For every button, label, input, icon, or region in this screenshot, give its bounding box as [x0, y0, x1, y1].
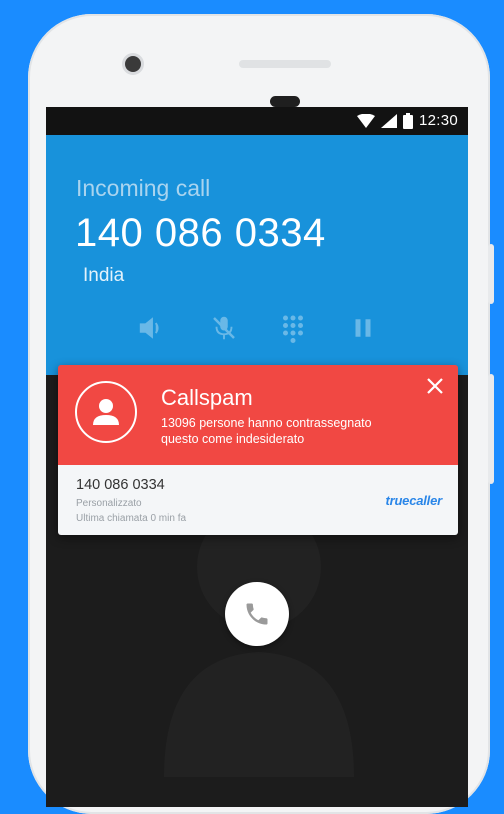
phone-screen: 12:30 Incoming call 140 086 0334 India C…	[46, 107, 468, 807]
call-controls	[46, 313, 468, 343]
spam-card-details: 140 086 0334 Personalizzato Ultima chiam…	[58, 465, 458, 535]
incoming-call-header: Incoming call 140 086 0334 India	[46, 135, 468, 375]
speaker-icon[interactable]	[137, 313, 167, 343]
spam-description: 13096 persone hanno contrassegnato quest…	[161, 416, 372, 446]
mute-icon[interactable]	[209, 313, 239, 343]
pause-icon[interactable]	[348, 313, 378, 343]
incoming-call-label: Incoming call	[76, 175, 211, 201]
caller-country: India	[83, 265, 125, 286]
spam-title: Callspam	[161, 385, 253, 410]
wifi-icon	[356, 113, 375, 128]
status-time: 12:30	[418, 112, 458, 129]
user-icon	[93, 399, 119, 425]
spam-alert-card: Callspam 13096 persone hanno contrassegn…	[58, 365, 458, 535]
truecaller-logo: truecaller	[385, 493, 442, 508]
close-icon[interactable]	[424, 375, 446, 397]
detail-label: Personalizzato	[76, 498, 142, 509]
last-call-text: Ultima chiamata 0 min fa	[76, 513, 187, 524]
caller-number: 140 086 0334	[75, 211, 326, 255]
signal-icon	[380, 113, 397, 128]
dialpad-icon[interactable]	[278, 313, 308, 343]
phone-icon	[246, 603, 268, 625]
earpiece-speaker	[239, 60, 331, 68]
power-button	[488, 244, 494, 304]
battery-icon	[402, 112, 413, 129]
spam-alert-header: Callspam 13096 persone hanno contrassegn…	[58, 365, 458, 465]
detail-number: 140 086 0334	[76, 477, 165, 493]
proximity-sensor	[270, 96, 300, 107]
volume-button	[488, 374, 494, 484]
front-camera	[125, 56, 141, 72]
answer-call-button[interactable]	[225, 582, 289, 646]
status-bar: 12:30	[46, 107, 468, 135]
avatar	[75, 381, 137, 443]
